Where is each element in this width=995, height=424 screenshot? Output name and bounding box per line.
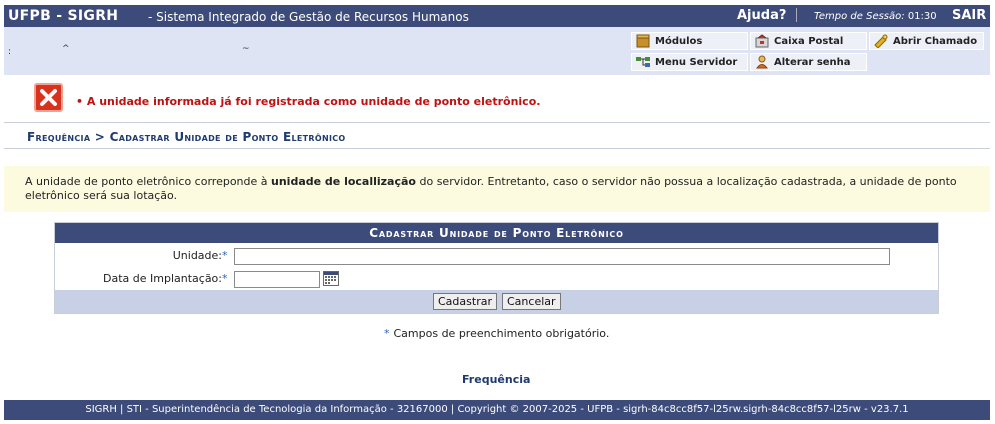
menu-label: Caixa Postal [774,35,844,47]
modules-icon [635,34,651,48]
menu-label: Módulos [655,35,703,47]
info-notice: A unidade de ponto eletrônico correponde… [4,166,990,212]
form-caption: Cadastrar Unidade de Ponto Eletrônico [55,223,938,243]
unidade-input[interactable] [234,248,890,265]
breadcrumb: Frequência > Cadastrar Unidade de Ponto … [27,130,346,144]
notice-text-start: A unidade de ponto eletrônico correponde… [25,175,272,188]
cadastrar-form: Cadastrar Unidade de Ponto Eletrônico Un… [54,222,939,314]
menu-label: Menu Servidor [655,56,738,68]
session-label: Tempo de Sessão: [814,11,905,22]
network-icon [635,55,651,69]
form-actions: Cadastrar Cancelar [55,290,938,313]
system-name: UFPB - SIGRH [8,8,119,24]
divider [4,148,990,149]
footer: SIGRH | STI - Superintendência de Tecnol… [4,400,990,420]
notice-text-bold: unidade de locallização [271,175,416,188]
info-mark: ~ [242,44,250,54]
frequencia-link[interactable]: Frequência [462,373,530,386]
notice-text: A unidade de ponto eletrônico correponde… [25,175,975,203]
help-link[interactable]: Ajuda? [737,8,786,23]
session-timer: Tempo de Sessão: 01:30 [814,11,937,22]
calendar-icon[interactable] [323,271,339,286]
data-implantacao-label: Data de Implantação: [103,272,222,285]
user-info-bar: : ^ ~ Módulos Caixa Postal Abrir Chamado [4,27,990,75]
info-mark: : [8,47,12,57]
info-mark: ^ [62,44,70,54]
cancelar-button[interactable]: Cancelar [502,293,561,310]
session-time: 01:30 [907,11,937,22]
data-implantacao-input[interactable] [234,271,320,288]
page: UFPB - SIGRH - Sistema Integrado de Gest… [0,0,995,424]
required-note: * Campos de preenchimento obrigatório. [384,327,609,340]
required-marker: * [384,327,390,340]
unidade-label: Unidade: [172,249,222,262]
menu-alterar-senha-button[interactable]: Alterar senha [750,53,867,71]
menu-label: Alterar senha [774,56,851,68]
menu-caixa-postal-button[interactable]: Caixa Postal [750,32,867,50]
ticket-icon [873,34,889,48]
divider [4,122,990,123]
menu-servidor-button[interactable]: Menu Servidor [631,53,748,71]
menu-label: Abrir Chamado [893,35,978,47]
required-marker: * [222,249,228,262]
menu-modulos-button[interactable]: Módulos [631,32,748,50]
error-message: • A unidade informada já foi registrada … [76,95,541,108]
error-panel: • A unidade informada já foi registrada … [24,80,994,122]
error-icon [34,83,63,112]
logout-link[interactable]: SAIR [952,8,986,23]
system-description: - Sistema Integrado de Gestão de Recurso… [148,10,469,24]
cadastrar-button[interactable]: Cadastrar [433,293,497,310]
menu-abrir-chamado-button[interactable]: Abrir Chamado [869,32,984,50]
divider [796,8,797,22]
mailbox-icon [754,34,770,48]
required-note-text: Campos de preenchimento obrigatório. [393,327,610,340]
top-bar: UFPB - SIGRH - Sistema Integrado de Gest… [4,5,990,27]
user-key-icon [754,55,770,69]
required-marker: * [222,272,228,285]
